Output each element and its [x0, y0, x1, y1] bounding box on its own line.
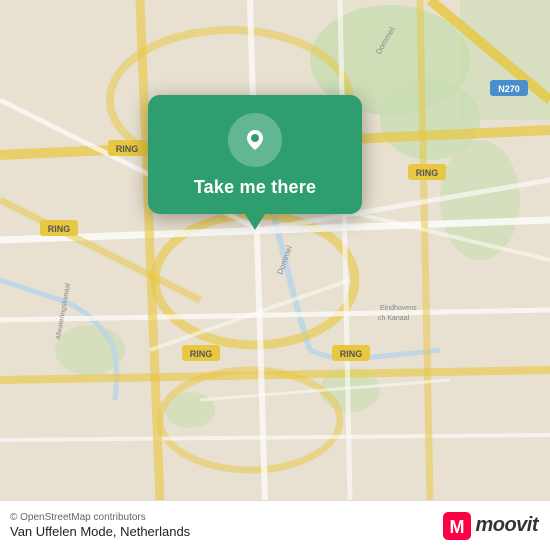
svg-text:RING: RING — [48, 224, 71, 234]
location-name: Van Uffelen Mode, Netherlands — [10, 524, 190, 539]
svg-text:RING: RING — [116, 144, 139, 154]
moovit-text: moovit — [475, 514, 538, 537]
popup-card[interactable]: Take me there — [148, 95, 362, 214]
svg-text:N270: N270 — [498, 84, 520, 94]
svg-text:RING: RING — [340, 349, 363, 359]
svg-text:RING: RING — [416, 168, 439, 178]
svg-text:ch Kanaal: ch Kanaal — [378, 315, 410, 322]
copyright-text: © OpenStreetMap contributors — [10, 512, 190, 523]
location-pin-icon — [241, 126, 269, 154]
bottom-bar: © OpenStreetMap contributors Van Uffelen… — [0, 500, 550, 550]
location-icon-wrapper — [228, 113, 282, 167]
map-view: RING RING RING RING RING N270 Dommel Ein… — [0, 0, 550, 500]
moovit-icon: M — [443, 512, 471, 540]
svg-text:RING: RING — [190, 349, 213, 359]
take-me-there-button[interactable]: Take me there — [194, 177, 316, 198]
svg-text:Eindhovens: Eindhovens — [380, 305, 417, 312]
moovit-logo: M moovit — [443, 512, 538, 540]
bottom-info: © OpenStreetMap contributors Van Uffelen… — [10, 512, 190, 539]
